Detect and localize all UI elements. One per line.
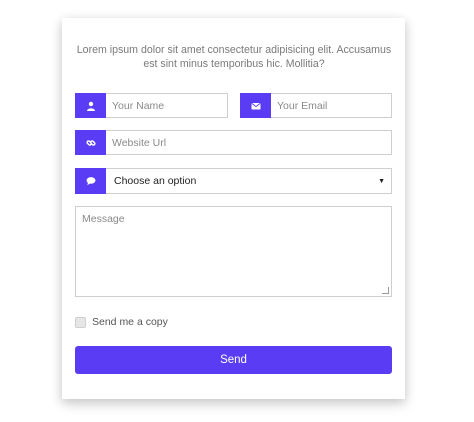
send-copy-checkbox[interactable]: [75, 316, 86, 328]
message-textarea[interactable]: Message: [75, 206, 392, 297]
website-input-group: [75, 130, 392, 155]
website-input[interactable]: [112, 136, 385, 149]
caret-down-icon: ▼: [378, 177, 385, 185]
option-select[interactable]: Choose an option ▼: [106, 168, 392, 194]
envelope-icon: [240, 93, 271, 118]
user-icon: [75, 93, 106, 118]
send-copy-option: Send me a copy: [75, 316, 168, 328]
website-field-wrapper: [106, 130, 392, 155]
link-icon: [75, 130, 106, 155]
name-input-group: [75, 93, 228, 118]
email-field-wrapper: [271, 93, 392, 118]
message-placeholder: Message: [82, 213, 125, 225]
contact-form-card: Lorem ipsum dolor sit amet consectetur a…: [62, 18, 405, 399]
send-button[interactable]: Send: [75, 346, 392, 374]
option-select-group: Choose an option ▼: [75, 168, 392, 194]
name-field-wrapper: [106, 93, 228, 118]
comment-icon: [75, 168, 106, 194]
option-select-value: Choose an option: [114, 175, 197, 187]
email-input-group: [240, 93, 392, 118]
intro-text: Lorem ipsum dolor sit amet consectetur a…: [76, 44, 392, 70]
name-input[interactable]: [112, 99, 221, 112]
email-input[interactable]: [277, 99, 385, 112]
send-copy-label[interactable]: Send me a copy: [92, 316, 168, 328]
resize-handle-icon[interactable]: [382, 287, 389, 294]
